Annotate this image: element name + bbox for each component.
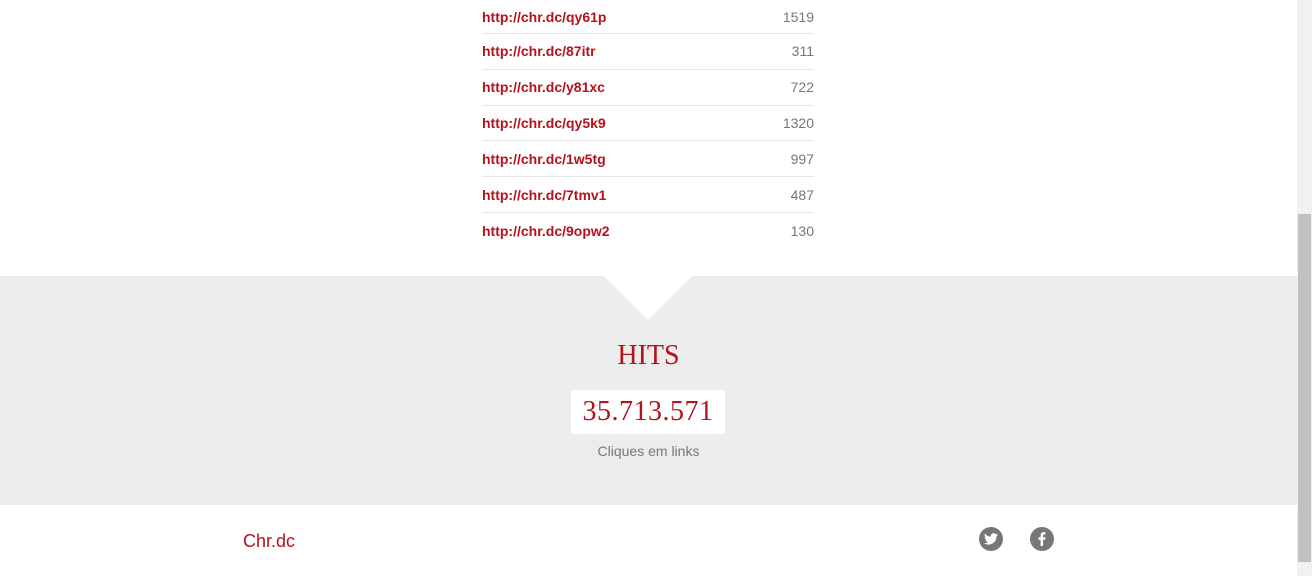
list-item: http://chr.dc/7tmv1 487 [482, 177, 814, 213]
list-item: http://chr.dc/1w5tg 997 [482, 141, 814, 178]
short-link[interactable]: http://chr.dc/qy61p [482, 9, 606, 25]
short-link[interactable]: http://chr.dc/1w5tg [482, 151, 606, 167]
hits-section: HITS 35.713.571 Cliques em links [0, 276, 1297, 505]
list-item: http://chr.dc/87itr 311 [482, 34, 814, 70]
short-link[interactable]: http://chr.dc/y81xc [482, 79, 605, 95]
twitter-icon[interactable] [979, 527, 1003, 551]
list-item: http://chr.dc/qy5k9 1320 [482, 106, 814, 142]
footer-brand-link[interactable]: Chr.dc [243, 531, 295, 552]
hits-caption: Cliques em links [597, 443, 700, 459]
link-hit-count: 997 [790, 150, 814, 167]
link-hit-count: 487 [790, 186, 814, 203]
link-hit-count: 311 [791, 43, 814, 60]
link-hit-count: 722 [790, 79, 814, 96]
link-hit-count: 1320 [782, 114, 814, 131]
facebook-f-glyph [1038, 532, 1046, 546]
short-link[interactable]: http://chr.dc/9opw2 [482, 223, 610, 239]
list-item: http://chr.dc/qy61p 1519 [482, 0, 814, 34]
link-hit-count: 130 [790, 222, 814, 239]
list-item: http://chr.dc/y81xc 722 [482, 70, 814, 106]
scrollbar-thumb[interactable] [1298, 214, 1311, 562]
short-link[interactable]: http://chr.dc/7tmv1 [482, 187, 606, 203]
section-notch [604, 276, 692, 320]
facebook-icon[interactable] [1030, 527, 1054, 551]
links-list: http://chr.dc/qy61p 1519 http://chr.dc/8… [482, 0, 814, 249]
footer: Chr.dc [0, 505, 1297, 576]
list-item: http://chr.dc/9opw2 130 [482, 213, 814, 249]
short-link[interactable]: http://chr.dc/87itr [482, 43, 596, 59]
link-hit-count: 1519 [782, 8, 814, 25]
hits-counter-value: 35.713.571 [582, 396, 714, 427]
hits-title: HITS [617, 340, 680, 371]
vertical-scrollbar[interactable] [1297, 0, 1312, 576]
twitter-bird-glyph [984, 533, 998, 545]
hits-counter-box: 35.713.571 [571, 390, 725, 434]
short-link[interactable]: http://chr.dc/qy5k9 [482, 115, 606, 131]
page: http://chr.dc/qy61p 1519 http://chr.dc/8… [0, 0, 1297, 576]
